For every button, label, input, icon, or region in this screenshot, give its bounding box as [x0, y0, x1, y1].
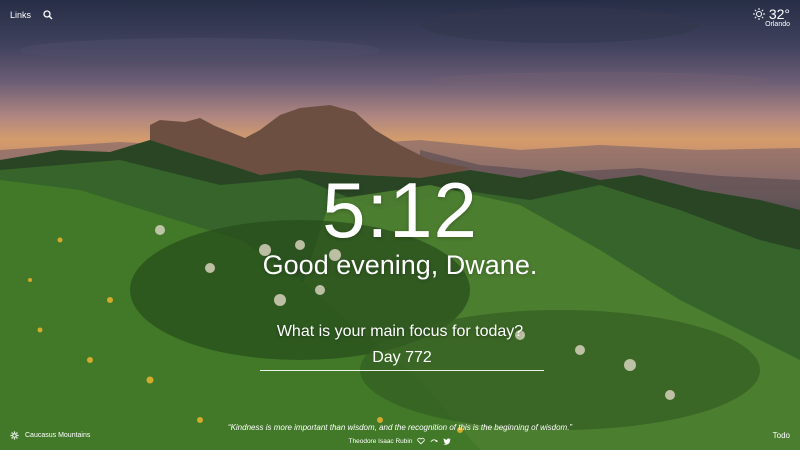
weather-temperature: 32° — [768, 6, 790, 22]
quote-text: “Kindness is more important than wisdom,… — [227, 423, 573, 432]
quote-author-row: Theodore Isaac Rubin — [0, 437, 800, 445]
sun-icon — [752, 8, 765, 20]
search-icon[interactable] — [43, 10, 53, 20]
skip-icon[interactable] — [430, 437, 439, 445]
focus-input[interactable] — [260, 346, 544, 371]
weather-widget[interactable]: 32° Orlando — [752, 6, 790, 28]
greeting-text: Good evening, Dwane. — [262, 250, 538, 280]
todo-button[interactable]: Todo — [773, 431, 790, 440]
weather-location: Orlando — [765, 21, 790, 28]
clock-area: 5:12 Good evening, Dwane. — [0, 170, 800, 281]
quote-author: Theodore Isaac Rubin — [348, 437, 413, 445]
heart-icon[interactable] — [417, 437, 426, 445]
links-button[interactable]: Links — [10, 10, 31, 20]
focus-question: What is your main focus for today? — [276, 323, 524, 340]
clock-time: 5:12 — [322, 166, 478, 254]
links-bar: Links — [10, 10, 53, 20]
twitter-icon[interactable] — [443, 437, 452, 445]
